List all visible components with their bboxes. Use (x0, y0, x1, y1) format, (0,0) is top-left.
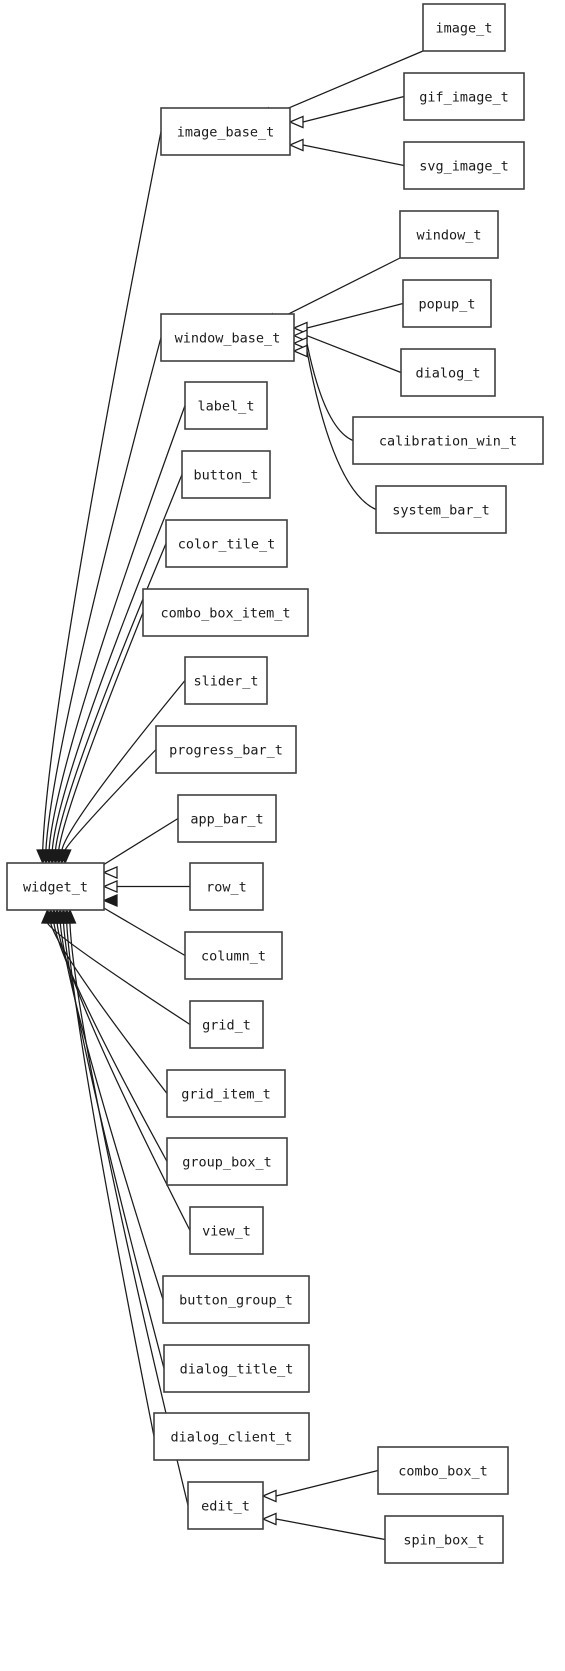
arrowhead-svg_image_t-to-image_base_t (288, 138, 304, 152)
arrowhead-combo_box_t-to-edit_t (261, 1489, 277, 1503)
edge-group_box_t-to-widget_t (53, 922, 168, 1162)
class-node-row_t[interactable]: row_t (189, 862, 264, 911)
edge-combo_box_t-to-edit_t (275, 1469, 379, 1497)
class-node-label-system_bar_t: system_bar_t (392, 503, 490, 519)
edge-dialog_t-to-window_base_t (306, 335, 402, 374)
edge-dialog_client_t-to-widget_t (66, 922, 155, 1437)
class-node-label-window_base_t: window_base_t (175, 331, 281, 347)
class-node-window_t[interactable]: window_t (399, 210, 499, 259)
class-nodes-layer: image_t gif_image_t svg_image_t image_base_… (6, 3, 544, 1564)
class-node-label-popup_t: popup_t (419, 297, 476, 313)
class-node-combo_box_t[interactable]: combo_box_t (377, 1446, 509, 1495)
class-node-view_t[interactable]: view_t (189, 1206, 264, 1255)
edge-spin_box_t-to-edit_t (275, 1518, 386, 1541)
class-node-combo_box_item_t[interactable]: combo_box_item_t (142, 588, 309, 637)
class-node-column_t[interactable]: column_t (184, 931, 283, 980)
class-node-label-dialog_client_t: dialog_client_t (171, 1430, 293, 1446)
edge-column_t-to-widget_t (90, 899, 186, 957)
class-node-label-dialog_title_t: dialog_title_t (180, 1362, 294, 1378)
class-node-dialog_client_t[interactable]: dialog_client_t (153, 1412, 310, 1461)
arrowhead-column_t-to-widget_t (102, 893, 118, 908)
class-node-button_group_t[interactable]: button_group_t (162, 1275, 310, 1324)
class-node-label_t[interactable]: label_t (184, 381, 268, 430)
class-node-label-window_t: window_t (416, 228, 481, 244)
edge-svg_image_t-to-image_base_t (302, 144, 405, 167)
class-node-label-spin_box_t: spin_box_t (403, 1533, 484, 1549)
class-node-color_tile_t[interactable]: color_tile_t (165, 519, 288, 568)
class-node-image_t[interactable]: image_t (422, 3, 506, 52)
class-node-edit_t[interactable]: edit_t (187, 1481, 264, 1530)
class-node-dialog_t[interactable]: dialog_t (400, 348, 496, 397)
class-node-label-dialog_t: dialog_t (415, 366, 480, 382)
class-node-app_bar_t[interactable]: app_bar_t (177, 794, 277, 843)
class-node-system_bar_t[interactable]: system_bar_t (375, 485, 507, 534)
class-node-window_base_t[interactable]: window_base_t (160, 313, 295, 362)
class-node-calibration_win_t[interactable]: calibration_win_t (352, 416, 544, 465)
edge-grid_item_t-to-widget_t (50, 922, 168, 1094)
class-node-grid_item_t[interactable]: grid_item_t (166, 1069, 286, 1118)
class-node-label-button_group_t: button_group_t (179, 1293, 293, 1309)
class-node-dialog_title_t[interactable]: dialog_title_t (163, 1344, 310, 1393)
class-node-gif_image_t[interactable]: gif_image_t (403, 72, 525, 121)
class-node-spin_box_t[interactable]: spin_box_t (384, 1515, 504, 1564)
class-node-label-widget_t: widget_t (23, 880, 88, 896)
class-node-label-calibration_win_t: calibration_win_t (379, 434, 517, 450)
class-node-label-gif_image_t: gif_image_t (419, 90, 508, 106)
class-node-label-combo_box_item_t: combo_box_item_t (160, 606, 290, 622)
arrowhead-system_bar_t-to-window_base_t (292, 344, 308, 358)
class-node-popup_t[interactable]: popup_t (402, 279, 492, 328)
class-node-svg_image_t[interactable]: svg_image_t (403, 141, 525, 190)
class-node-label-group_box_t: group_box_t (182, 1155, 271, 1171)
class-node-label-grid_item_t: grid_item_t (181, 1087, 270, 1103)
class-node-label-grid_t: grid_t (202, 1018, 251, 1034)
class-node-label-slider_t: slider_t (193, 674, 258, 690)
edge-popup_t-to-window_base_t (306, 302, 404, 329)
class-node-group_box_t[interactable]: group_box_t (166, 1137, 288, 1186)
class-node-button_t[interactable]: button_t (181, 450, 271, 499)
class-node-label-svg_image_t: svg_image_t (419, 159, 508, 175)
class-node-label-button_t: button_t (193, 468, 258, 484)
arrowhead-app_bar_t-to-widget_t (102, 865, 118, 880)
class-node-label-app_bar_t: app_bar_t (190, 812, 263, 828)
uml-class-diagram: image_t gif_image_t svg_image_t image_base_… (0, 0, 565, 1671)
class-node-label-image_base_t: image_base_t (177, 125, 275, 141)
class-node-label-combo_box_t: combo_box_t (398, 1464, 487, 1480)
class-node-image_base_t[interactable]: image_base_t (160, 107, 291, 156)
class-node-label-color_tile_t: color_tile_t (178, 537, 276, 553)
arrowhead-gif_image_t-to-image_base_t (288, 115, 304, 129)
edge-gif_image_t-to-image_base_t (302, 95, 405, 123)
arrowhead-spin_box_t-to-edit_t (261, 1512, 277, 1526)
class-node-label-image_t: image_t (436, 21, 493, 37)
uml-diagram-canvas: image_t gif_image_t svg_image_t image_base_… (6, 3, 544, 1564)
class-node-label-row_t: row_t (206, 880, 247, 896)
edge-image_base_t-to-widget_t (42, 131, 162, 851)
class-node-label-label_t: label_t (198, 399, 255, 415)
class-node-slider_t[interactable]: slider_t (184, 656, 268, 705)
arrowhead-row_t-to-widget_t (102, 879, 118, 894)
class-node-label-view_t: view_t (202, 1224, 251, 1240)
class-node-progress_bar_t[interactable]: progress_bar_t (155, 725, 297, 774)
class-node-label-column_t: column_t (201, 949, 266, 965)
class-node-label-edit_t: edit_t (201, 1499, 250, 1515)
class-node-label-progress_bar_t: progress_bar_t (169, 743, 283, 759)
class-node-widget_t[interactable]: widget_t (6, 862, 105, 911)
class-node-grid_t[interactable]: grid_t (189, 1000, 264, 1049)
edge-calibration_win_t-to-window_base_t (306, 343, 354, 442)
